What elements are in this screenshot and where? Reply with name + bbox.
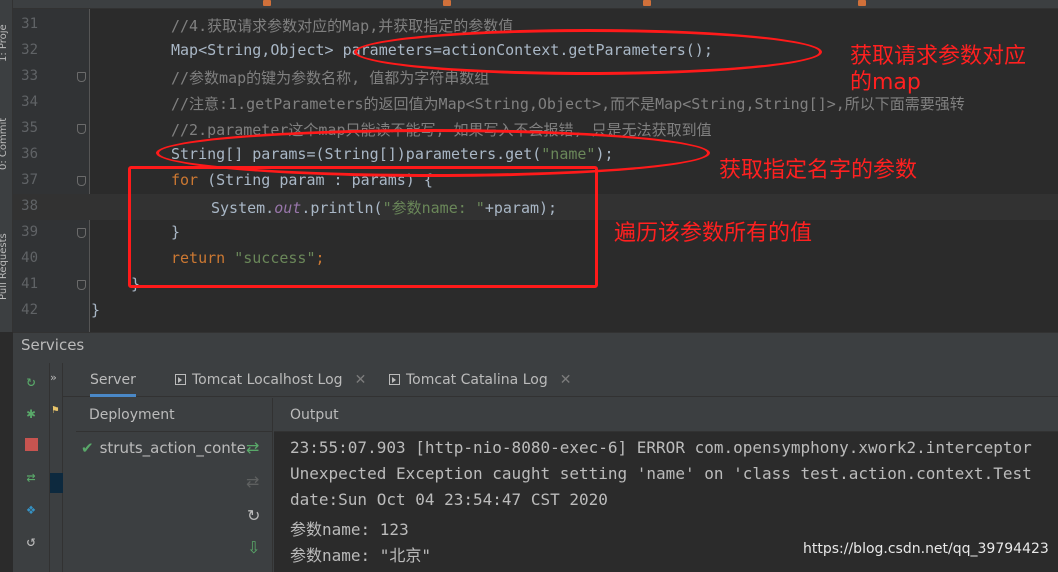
deployment-header: Deployment [76, 398, 273, 432]
log-icon [175, 374, 186, 385]
debug-icon[interactable]: ✱ [21, 403, 41, 423]
services-tab-bar: Server Tomcat Localhost Log ✕ Tomcat Cata… [63, 363, 1058, 397]
line-number: 36 [21, 146, 38, 162]
console-line: Unexpected Exception caught setting 'nam… [290, 464, 1032, 483]
line-number: 31 [21, 16, 38, 32]
undeploy-icon[interactable]: ⇄ [246, 472, 259, 491]
line-number: 35 [21, 120, 38, 136]
tab-label: Tomcat Localhost Log [192, 372, 343, 388]
refresh-deploy-icon[interactable]: ↻ [247, 506, 260, 525]
refresh-icon[interactable]: ↺ [21, 531, 41, 551]
rerun-icon[interactable]: ↻ [21, 371, 41, 391]
redeploy-icon[interactable]: ⇄ [246, 438, 259, 457]
console-line: 参数name: 123 [290, 520, 409, 539]
console-line: date:Sun Oct 04 23:54:47 CST 2020 [290, 490, 608, 509]
deployment-panel: Deployment ✔ struts_action_conte ⇄ ⇄ ↻ ⇩ [76, 398, 273, 572]
code-line[interactable]: 42 } [13, 298, 1058, 324]
console-line: 23:55:07.903 [http-nio-8080-exec-6] ERRO… [290, 438, 1032, 457]
pull-requests-tool-tab[interactable]: Pull Requests [0, 233, 9, 300]
line-number: 37 [21, 172, 38, 188]
annotation-ellipse-parameters [354, 29, 822, 75]
code-text: //注意:1.getParameters的返回值为Map<String,Obje… [171, 95, 965, 113]
tool-window-stripe: 1: Proje 0: Commit Pull Requests [0, 0, 13, 332]
line-number: 42 [21, 302, 38, 318]
annotation-note-loop: 遍历该参数所有的值 [614, 221, 813, 246]
output-header: Output [274, 398, 1058, 432]
services-tree-column: » ⚑ [50, 363, 63, 572]
services-toolbar: ↻ ✱ ⇄ ❖ ↺ [13, 363, 50, 572]
check-icon: ✔ [81, 439, 94, 457]
deployment-item-label: struts_action_conte [99, 439, 246, 457]
annotation-note-map: 获取请求参数对应 的map [850, 44, 1027, 95]
annotation-box-loop [128, 166, 598, 288]
tomcat-icon[interactable]: ⚑ [52, 403, 59, 416]
deployment-item[interactable]: ✔ struts_action_conte [76, 434, 273, 462]
line-number: 38 [21, 198, 38, 214]
log-icon [389, 374, 400, 385]
services-panel: Services ↻ ✱ ⇄ ❖ ↺ » ⚑ Server Tomcat Loc… [13, 332, 1058, 572]
tab-server[interactable]: Server [90, 363, 136, 397]
code-text: } [91, 301, 101, 319]
java-file-tab-icon[interactable] [263, 0, 271, 6]
fold-marker-icon[interactable] [77, 72, 86, 82]
line-number: 34 [21, 94, 38, 110]
tab-tomcat-catalina-log[interactable]: Tomcat Catalina Log ✕ [389, 363, 571, 397]
fold-marker-icon[interactable] [77, 228, 86, 238]
expand-icon[interactable]: » [50, 371, 57, 384]
code-text: //参数map的键为参数名称, 值都为字符串数组 [171, 69, 490, 87]
services-title: Services [21, 336, 85, 354]
fold-marker-icon[interactable] [77, 176, 86, 186]
close-icon[interactable]: ✕ [355, 372, 367, 388]
line-number: 41 [21, 276, 38, 292]
stop-icon[interactable] [21, 435, 41, 455]
line-number: 40 [21, 250, 38, 266]
console-line: 参数name: "北京" [290, 546, 432, 565]
fold-marker-icon[interactable] [77, 280, 86, 290]
project-tool-tab[interactable]: 1: Proje [0, 24, 9, 62]
tab-label: Tomcat Catalina Log [406, 372, 548, 388]
tab-label: Server [90, 372, 136, 388]
fold-marker-icon[interactable] [77, 124, 86, 134]
download-icon[interactable]: ⇩ [247, 538, 260, 557]
tab-tomcat-localhost-log[interactable]: Tomcat Localhost Log ✕ [175, 363, 366, 397]
selected-node-marker[interactable] [50, 473, 63, 493]
commit-tool-tab[interactable]: 0: Commit [0, 118, 9, 170]
annotation-note-param: 获取指定名字的参数 [719, 158, 918, 183]
editor-tab-strip [13, 0, 1058, 9]
close-icon[interactable]: ✕ [560, 372, 572, 388]
deploy-icon[interactable]: ⇄ [21, 467, 41, 487]
line-number: 33 [21, 68, 38, 84]
layout-icon[interactable]: ❖ [21, 499, 41, 519]
java-file-tab-icon[interactable] [643, 0, 651, 6]
line-number: 39 [21, 224, 38, 240]
java-file-tab-icon[interactable] [443, 0, 451, 6]
line-number: 32 [21, 42, 38, 58]
java-file-tab-icon[interactable] [858, 0, 866, 6]
watermark-url: https://blog.csdn.net/qq_39794423 [803, 541, 1049, 557]
